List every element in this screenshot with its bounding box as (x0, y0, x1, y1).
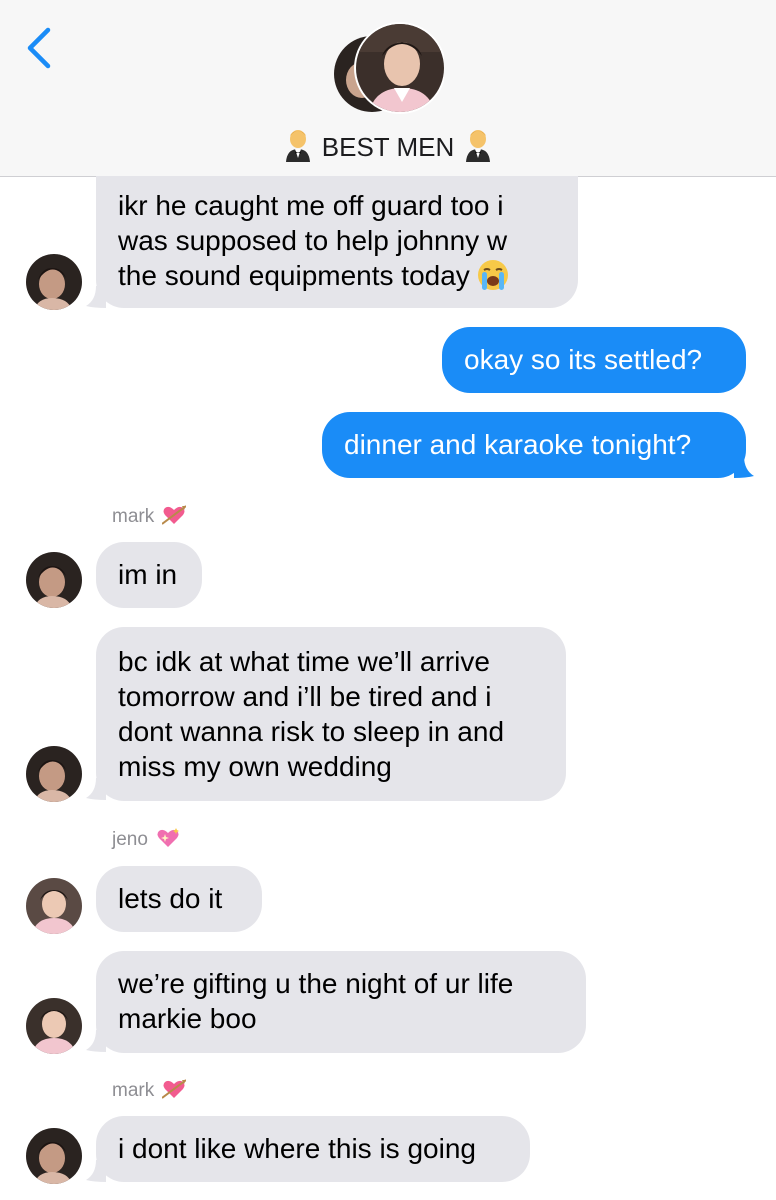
bubble-tail (734, 456, 754, 478)
sender-name: jeno (112, 827, 180, 851)
bubble-tail (86, 286, 106, 308)
message-line: im in (118, 559, 178, 590)
message-line: lets do it (118, 883, 223, 914)
bubble-tail (86, 1030, 106, 1052)
sender-name: mark (112, 504, 187, 528)
message-line: dont wanna risk to sleep in and (118, 716, 505, 747)
avatar[interactable] (26, 1128, 82, 1184)
message-line: markie boo (118, 1003, 257, 1034)
message-line: bc idk at what time we’ll arrive (118, 646, 490, 677)
message-bubble[interactable]: we’re gifting u the night of ur life mar… (96, 951, 586, 1053)
message-bubble[interactable]: dinner and karaoke tonight? (322, 412, 746, 478)
sender-name: mark (112, 1078, 187, 1102)
heart-with-arrow-emoji (162, 1079, 187, 1099)
message-bubble[interactable]: bc idk at what time we’ll arrive tomorro… (96, 627, 566, 801)
loudly-crying-face-emoji (477, 260, 508, 290)
message-line: tomorrow and i’ll be tired and i (118, 681, 492, 712)
group-avatar[interactable] (332, 22, 444, 118)
message-bubble[interactable]: lets do it (96, 866, 262, 932)
man-in-tuxedo-emoji (466, 130, 491, 162)
avatar[interactable] (26, 746, 82, 802)
avatar[interactable] (26, 552, 82, 608)
bubble-tail (86, 778, 106, 800)
sender-name-text: jeno (112, 829, 148, 850)
heart-with-arrow-emoji (162, 505, 187, 525)
message-line: ikr he caught me off guard too i (118, 190, 504, 221)
avatar[interactable] (26, 998, 82, 1054)
message-bubble[interactable]: i dont like where this is going (96, 1116, 530, 1182)
message-line: was supposed to help johnny w (118, 225, 508, 256)
avatar[interactable] (26, 878, 82, 934)
bubble-tail (86, 1160, 106, 1182)
group-title-text: BEST MEN (321, 132, 455, 162)
avatar[interactable] (26, 254, 82, 310)
message-bubble[interactable]: ikr he caught me off guard too i was sup… (96, 176, 578, 308)
sender-name-text: mark (112, 506, 155, 527)
message-line: we’re gifting u the night of ur life (118, 968, 514, 999)
message-line: the sound equipments today (118, 260, 470, 291)
man-in-tuxedo-emoji (285, 130, 310, 162)
message-line: okay so its settled? (464, 344, 703, 375)
chevron-left-icon[interactable] (22, 26, 62, 70)
sparkling-heart-emoji (157, 828, 179, 847)
message-bubble[interactable]: okay so its settled? (442, 327, 746, 393)
message-bubble[interactable]: im in (96, 542, 202, 608)
message-line: i dont like where this is going (118, 1133, 476, 1164)
sender-name-text: mark (112, 1080, 155, 1101)
message-line: miss my own wedding (118, 751, 392, 782)
group-title[interactable]: BEST MEN (0, 128, 776, 163)
conversation-header: BEST MEN (0, 0, 776, 177)
message-line: dinner and karaoke tonight? (344, 429, 692, 460)
